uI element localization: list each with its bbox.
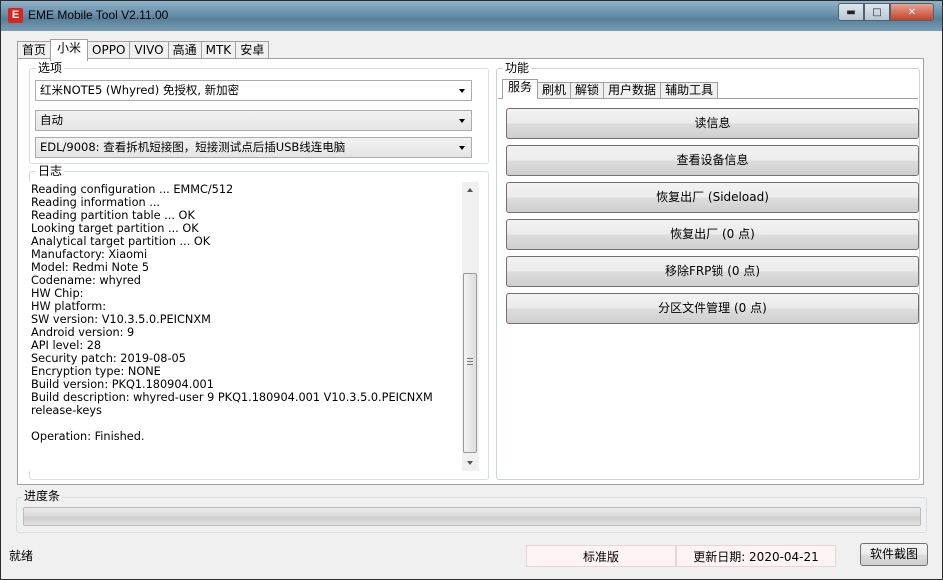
window-controls: ▬ □ ✕ [838, 3, 934, 21]
functions-group: 功能 服务 刷机 解锁 用户数据 辅助工具 读信息 查看设备信息 恢复出厂 (S… [496, 61, 920, 480]
view-device-info-button[interactable]: 查看设备信息 [506, 145, 919, 176]
mode-select[interactable]: 自动 [35, 110, 472, 131]
device-model-value: 红米NOTE5 (Whyred) 免授权, 新加密 [40, 83, 240, 97]
read-info-button[interactable]: 读信息 [506, 108, 919, 139]
log-text: Reading configuration ... EMMC/512 Readi… [31, 183, 433, 443]
functions-group-title: 功能 [503, 61, 532, 75]
factory-reset-sideload-button[interactable]: 恢复出厂 (Sideload) [506, 182, 919, 213]
title-bar[interactable]: E EME Mobile Tool V2.11.00 ▬ □ ✕ [1, 1, 942, 31]
progress-bar [23, 507, 921, 526]
mode-value: 自动 [40, 113, 63, 127]
tab-flash[interactable]: 刷机 [537, 82, 572, 99]
xiaomi-tab-page: 选项 红米NOTE5 (Whyred) 免授权, 新加密 自动 EDL/9008… [17, 58, 924, 485]
chevron-down-icon [459, 119, 465, 123]
tab-xiaomi[interactable]: 小米 [50, 39, 89, 61]
device-model-select[interactable]: 红米NOTE5 (Whyred) 免授权, 新加密 [35, 80, 472, 101]
tab-unlock[interactable]: 解锁 [570, 82, 605, 99]
grip-icon [467, 358, 473, 366]
function-tabs: 服务 刷机 解锁 用户数据 辅助工具 [502, 79, 719, 99]
options-group: 选项 红米NOTE5 (Whyred) 免授权, 新加密 自动 EDL/9008… [29, 61, 489, 164]
status-update-date: 更新日期: 2020-04-21 [676, 545, 836, 567]
log-textbox[interactable]: Reading configuration ... EMMC/512 Readi… [29, 182, 479, 471]
service-tab-page: 读信息 查看设备信息 恢复出厂 (Sideload) 恢复出厂 (0 点) 移除… [498, 98, 919, 479]
screenshot-button[interactable]: 软件截图 [860, 543, 928, 566]
log-scrollbar[interactable] [462, 182, 479, 471]
chevron-down-icon [459, 89, 465, 93]
log-group-title: 日志 [36, 164, 65, 178]
chevron-down-icon [459, 146, 465, 150]
factory-reset-button[interactable]: 恢复出厂 (0 点) [506, 219, 919, 250]
tab-user-data[interactable]: 用户数据 [603, 82, 662, 99]
progress-group: 进度条 [16, 489, 927, 533]
log-group: 日志 Reading configuration ... EMMC/512 Re… [29, 164, 489, 480]
status-edition: 标准版 [526, 545, 676, 567]
maximize-button[interactable]: □ [864, 3, 890, 21]
tab-aux-tools[interactable]: 辅助工具 [660, 82, 719, 99]
options-group-title: 选项 [36, 61, 65, 75]
main-tabs: 首页 小米 OPPO VIVO 高通 MTK 安卓 [17, 39, 270, 61]
client-area: 首页 小米 OPPO VIVO 高通 MTK 安卓 选项 红米NOTE5 (Wh… [9, 31, 934, 573]
method-value: EDL/9008: 查看拆机短接图，短接测试点后插USB线连电脑 [40, 140, 346, 154]
remove-frp-button[interactable]: 移除FRP锁 (0 点) [506, 256, 919, 287]
progress-title: 进度条 [22, 489, 63, 503]
scrollbar-thumb[interactable] [463, 273, 477, 453]
partition-manager-button[interactable]: 分区文件管理 (0 点) [506, 293, 919, 324]
window-title: EME Mobile Tool V2.11.00 [28, 8, 169, 22]
scroll-down-icon[interactable] [467, 461, 473, 465]
app-window: E EME Mobile Tool V2.11.00 ▬ □ ✕ 首页 小米 O… [0, 0, 943, 580]
close-button[interactable]: ✕ [890, 3, 934, 21]
app-logo-icon: E [8, 8, 23, 23]
status-bar: 就绪 标准版 更新日期: 2020-04-21 软件截图 [9, 543, 934, 571]
tab-service[interactable]: 服务 [502, 79, 539, 99]
scroll-up-icon[interactable] [467, 188, 473, 192]
minimize-button[interactable]: ▬ [838, 3, 864, 21]
status-ready: 就绪 [9, 549, 34, 563]
method-select[interactable]: EDL/9008: 查看拆机短接图，短接测试点后插USB线连电脑 [35, 137, 472, 158]
